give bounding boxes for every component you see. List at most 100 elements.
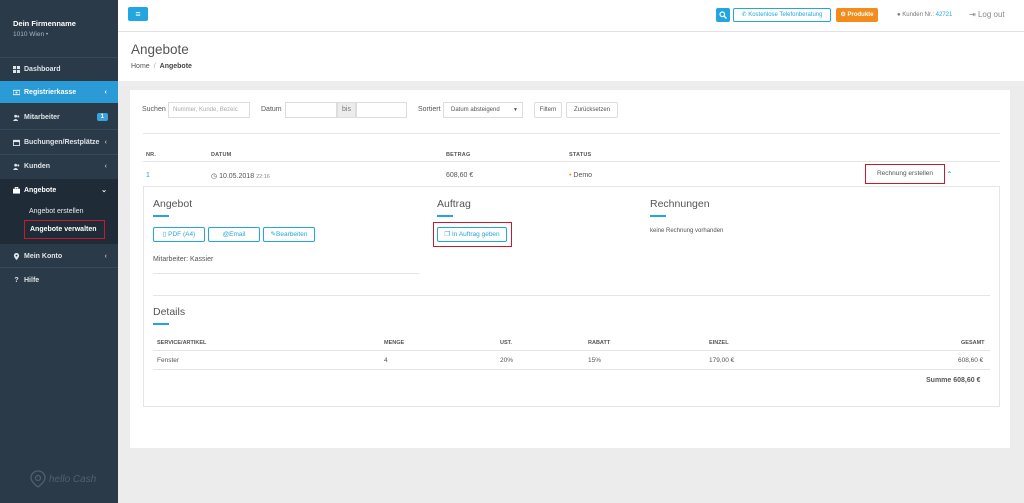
row-status: • Demo bbox=[569, 172, 592, 179]
chevron-left-icon: ‹ bbox=[104, 88, 107, 96]
items-header-article: SERVICE/ARTIKEL bbox=[157, 340, 207, 346]
caret-down-icon: ▼ bbox=[513, 107, 518, 113]
breadcrumb-home[interactable]: Home bbox=[131, 63, 150, 70]
sidebar-item-dashboard[interactable]: Dashboard bbox=[0, 58, 118, 80]
calendar-icon bbox=[13, 139, 20, 146]
logout-link[interactable]: ⇥ Log out bbox=[969, 10, 1005, 19]
sidebar-item-label: Mitarbeiter bbox=[24, 113, 60, 121]
dashboard-icon bbox=[13, 65, 20, 73]
search-label: Suchen bbox=[142, 106, 166, 113]
details-section-title: Details bbox=[153, 306, 186, 318]
chevron-up-icon[interactable]: ⌃ bbox=[946, 170, 953, 179]
divider bbox=[153, 295, 990, 296]
sidebar-item-label: Mein Konto bbox=[24, 252, 63, 260]
search-button[interactable] bbox=[716, 8, 730, 22]
customer-number-prefix: Kunden Nr.: bbox=[902, 12, 934, 18]
breadcrumb-separator: / bbox=[153, 63, 156, 70]
row-amount: 608,60 € bbox=[446, 172, 474, 179]
auftrag-section-title: Auftrag bbox=[437, 198, 471, 210]
no-invoice-text: keine Rechnung vorhanden bbox=[650, 228, 724, 234]
hellocash-logo: hello Cash bbox=[30, 470, 96, 488]
topbar: ≡ ✆ Kostenlose Telefonberatung ⚙ Produkt… bbox=[118, 0, 1024, 32]
employee-text: Mitarbeiter: Kassier bbox=[153, 256, 214, 263]
customer-number: ● Kunden Nr.: 42721 bbox=[897, 12, 952, 18]
sidebar-item-label: Registrierkasse bbox=[24, 88, 77, 96]
sidebar-item-mein-konto[interactable]: Mein Konto ‹ bbox=[0, 245, 118, 267]
sidebar-item-label: Kunden bbox=[24, 162, 51, 170]
row-nr-link[interactable]: 1 bbox=[146, 172, 150, 179]
search-input[interactable]: Nummer, Kunde, Bezeic bbox=[168, 102, 250, 118]
sidebar: Dein Firmenname 1010 Wien • Dashboard Re… bbox=[0, 0, 118, 503]
items-header-qty: MENGE bbox=[384, 340, 405, 346]
chevron-left-icon: ‹ bbox=[104, 138, 107, 146]
status-dot-icon: • bbox=[569, 172, 572, 179]
location-icon bbox=[13, 252, 20, 260]
brand-name: Dein Firmenname bbox=[13, 19, 76, 28]
item-article: Fenster bbox=[157, 357, 180, 364]
date-from-input[interactable] bbox=[285, 102, 337, 118]
sidebar-divider bbox=[0, 129, 118, 130]
reset-button[interactable]: Zurücksetzen bbox=[566, 102, 618, 118]
email-button[interactable]: @Email bbox=[208, 227, 260, 242]
products-button[interactable]: ⚙ Produkte bbox=[836, 8, 878, 22]
phone-consultation-button[interactable]: ✆ Kostenlose Telefonberatung bbox=[733, 8, 831, 22]
items-header-rabatt: RABATT bbox=[588, 340, 611, 346]
section-underline bbox=[650, 215, 666, 217]
divider bbox=[153, 350, 990, 351]
edit-button[interactable]: ✎Bearbeiten bbox=[263, 227, 315, 242]
place-order-label: In Auftrag geben bbox=[451, 231, 500, 238]
sort-select-value: Datum absteigend bbox=[451, 107, 500, 113]
create-invoice-button[interactable]: Rechnung erstellen bbox=[865, 164, 945, 184]
sidebar-item-label: Hilfe bbox=[24, 276, 40, 284]
col-header-betrag: BETRAG bbox=[446, 152, 471, 158]
sort-select[interactable]: Datum absteigend ▼ bbox=[443, 102, 523, 118]
angebot-section-title: Angebot bbox=[153, 198, 193, 210]
items-header-einzel: EINZEL bbox=[709, 340, 729, 346]
page-title: Angebote bbox=[131, 42, 189, 57]
email-button-label: Email bbox=[229, 231, 246, 238]
sidebar-item-buchungen[interactable]: Buchungen/Restplätze ‹ bbox=[0, 131, 118, 153]
divider bbox=[153, 369, 990, 370]
col-header-status: STATUS bbox=[569, 152, 592, 158]
section-underline bbox=[437, 215, 453, 217]
sidebar-item-hilfe[interactable]: ? Hilfe bbox=[0, 269, 118, 291]
pdf-button[interactable]: ▯ PDF (A4) bbox=[153, 227, 205, 242]
sidebar-item-mitarbeiter[interactable]: Mitarbeiter 1 bbox=[0, 106, 118, 128]
customer-number-value: 42721 bbox=[935, 12, 953, 18]
cash-register-icon bbox=[13, 89, 20, 95]
question-icon: ? bbox=[14, 276, 19, 284]
logout-icon: ⇥ bbox=[969, 10, 976, 19]
sidebar-item-registrierkasse[interactable]: Registrierkasse ‹ bbox=[0, 81, 118, 103]
offer-detail-panel bbox=[143, 186, 1000, 407]
chevron-left-icon: ‹ bbox=[104, 162, 107, 170]
menu-toggle-button[interactable]: ≡ bbox=[128, 7, 148, 21]
row-date: ◷ 10.05.2018 22:16 bbox=[211, 172, 270, 180]
sidebar-item-kunden[interactable]: Kunden ‹ bbox=[0, 155, 118, 177]
date-to-input[interactable] bbox=[356, 102, 407, 118]
search-icon bbox=[719, 11, 727, 19]
brand-city-dot: • bbox=[45, 31, 49, 38]
clock-icon: ◷ bbox=[211, 173, 218, 180]
col-header-datum: DATUM bbox=[211, 152, 232, 158]
place-order-button[interactable]: ❐ In Auftrag geben bbox=[437, 227, 507, 242]
copy-icon: ❐ bbox=[444, 231, 451, 238]
date-bis-label: bis bbox=[337, 102, 356, 118]
section-underline bbox=[153, 215, 169, 217]
filter-button[interactable]: Filtern bbox=[534, 102, 562, 118]
row-time: 22:16 bbox=[256, 174, 270, 180]
sidebar-item-angebote[interactable]: Angebote ⌄ bbox=[0, 179, 118, 201]
customers-icon bbox=[13, 163, 20, 170]
brand: Dein Firmenname 1010 Wien • bbox=[13, 19, 76, 38]
divider bbox=[153, 273, 419, 274]
sidebar-subitem-angebot-erstellen[interactable]: Angebot erstellen bbox=[29, 208, 83, 215]
brand-city: 1010 Wien • bbox=[13, 31, 76, 38]
breadcrumb-current: Angebote bbox=[159, 63, 192, 70]
gear-icon: ⚙ bbox=[840, 12, 846, 18]
user-icon: ● bbox=[897, 12, 901, 18]
users-icon bbox=[13, 114, 20, 121]
items-header-gesamt: GESAMT bbox=[961, 340, 985, 346]
page-header: Angebote Home / Angebote bbox=[118, 32, 1024, 81]
item-rabatt: 15% bbox=[588, 357, 602, 364]
chevron-left-icon: ‹ bbox=[104, 252, 107, 260]
items-header-ust: UST. bbox=[500, 340, 512, 346]
